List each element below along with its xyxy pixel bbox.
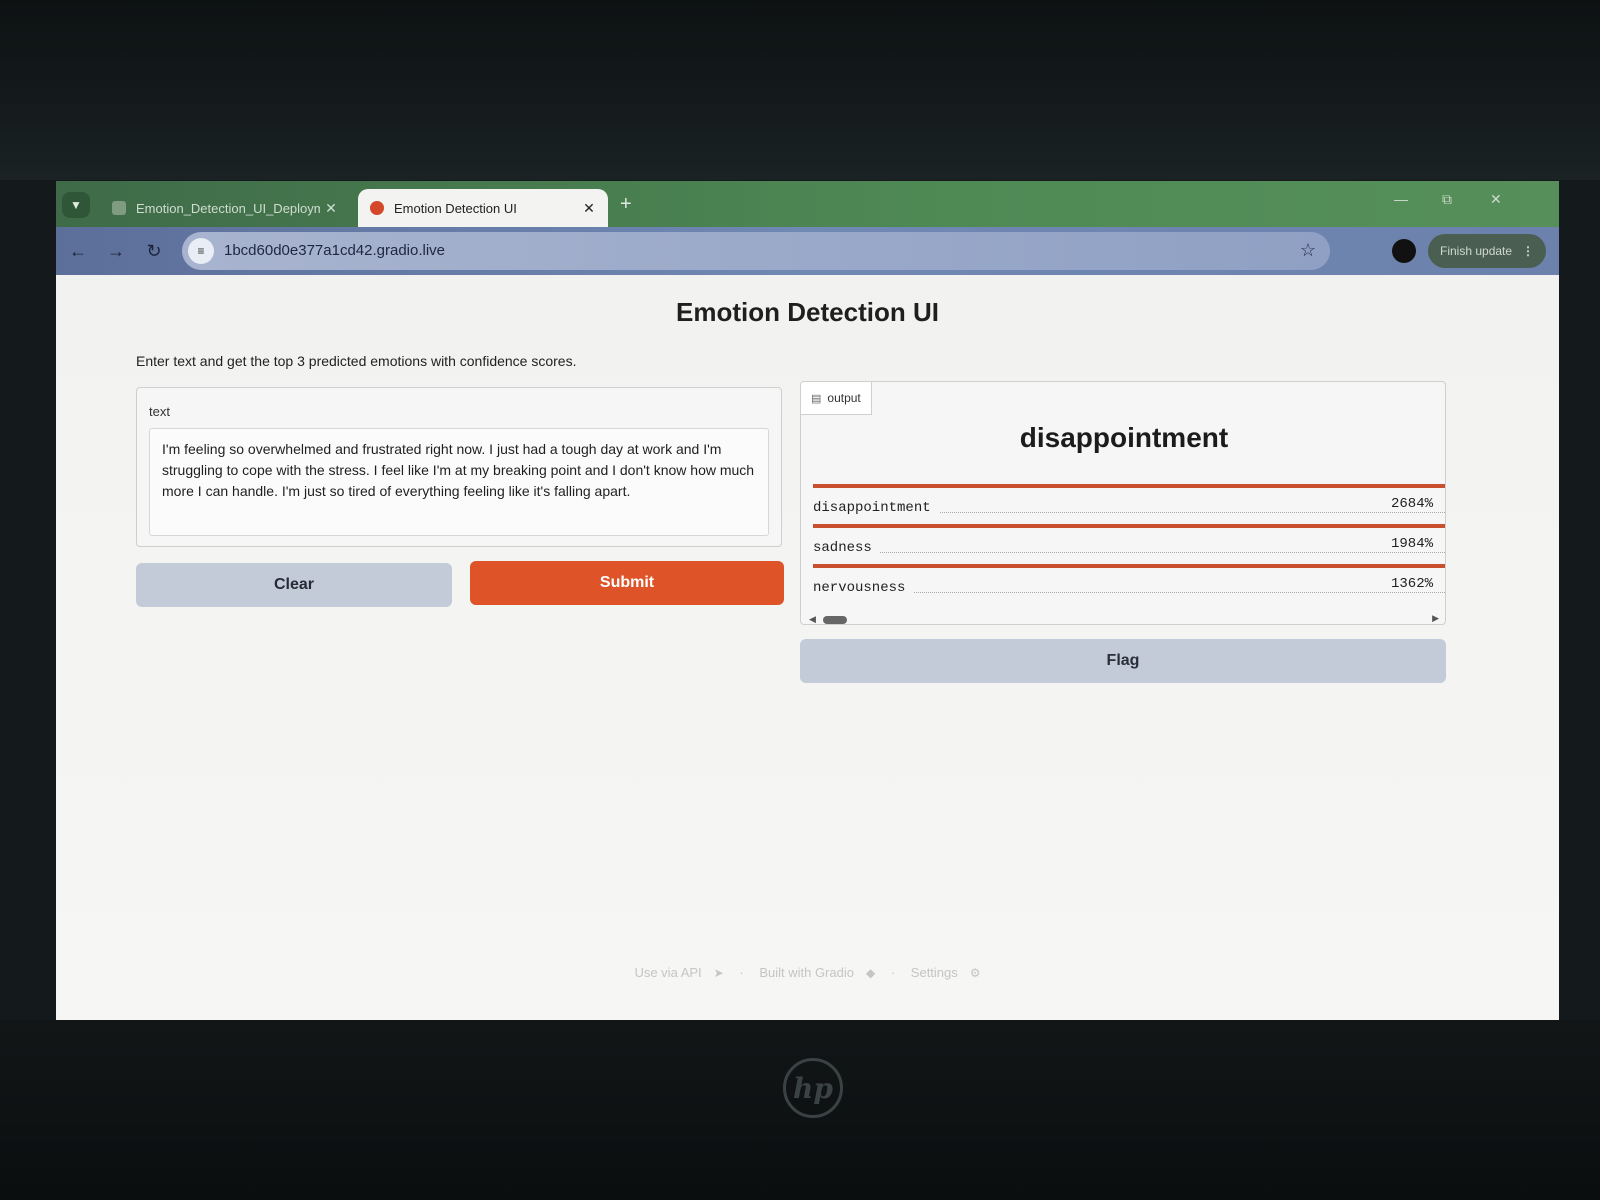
confidence-value: 2684% bbox=[1384, 496, 1433, 512]
finish-update-button[interactable]: Finish update ⋮ bbox=[1428, 234, 1546, 268]
output-label-block: ▤ output disappointment disappointment 2… bbox=[800, 381, 1446, 625]
output-tag: ▤ output bbox=[801, 382, 872, 415]
tab-search-dropdown-icon[interactable]: ▼ bbox=[62, 192, 90, 218]
confidence-bar bbox=[813, 484, 1445, 488]
use-via-api-link[interactable]: Use via API bbox=[634, 965, 701, 980]
top-prediction: disappointment bbox=[1019, 422, 1229, 453]
confidence-row[interactable]: disappointment 2684% bbox=[813, 484, 1445, 524]
scrollbar-thumb[interactable] bbox=[823, 616, 847, 624]
clear-button[interactable]: Clear bbox=[136, 563, 452, 607]
tab-emotion-detection-ui[interactable]: Emotion Detection UI ✕ bbox=[358, 189, 608, 227]
tab-emotion-detection-deploy[interactable]: Emotion_Detection_UI_Deploym ✕ bbox=[100, 189, 350, 227]
minimize-icon[interactable]: — bbox=[1394, 191, 1408, 207]
url-text: 1bcd60d0e377a1cd42.gradio.live bbox=[224, 242, 446, 259]
laptop-bezel-top bbox=[0, 0, 1600, 180]
text-input-block: text I'm feeling so overwhelmed and frus… bbox=[136, 387, 782, 547]
finish-update-label: Finish update bbox=[1440, 244, 1513, 258]
flag-button[interactable]: Flag bbox=[800, 639, 1446, 683]
confidence-bar bbox=[813, 524, 1445, 528]
rocket-icon: ➤ bbox=[713, 966, 724, 980]
bookmark-star-icon[interactable]: ☆ bbox=[1300, 240, 1316, 261]
dotted-leader bbox=[813, 552, 1445, 553]
tab-title: Emotion_Detection_UI_Deploym bbox=[136, 200, 320, 216]
page-title: Emotion Detection UI bbox=[676, 297, 939, 327]
horizontal-scrollbar[interactable]: ◀ ▶ bbox=[809, 613, 1439, 624]
close-icon[interactable]: ✕ bbox=[320, 200, 342, 217]
tab-title: Emotion Detection UI bbox=[394, 200, 517, 216]
confidence-label: disappointment bbox=[813, 500, 939, 516]
page-content: Emotion Detection UI Enter text and get … bbox=[56, 275, 1559, 1020]
new-tab-icon[interactable]: + bbox=[620, 193, 632, 216]
site-info-icon[interactable]: ≡ bbox=[188, 238, 214, 264]
tab-strip: ▼ Emotion_Detection_UI_Deploym ✕ Emotion… bbox=[56, 181, 1559, 227]
gradio-favicon-icon bbox=[370, 201, 384, 215]
confidence-value: 1362% bbox=[1384, 576, 1433, 592]
scroll-left-icon[interactable]: ◀ bbox=[809, 614, 816, 624]
confidence-value: 1984% bbox=[1384, 536, 1433, 552]
colab-favicon-icon bbox=[112, 201, 126, 215]
window-close-icon[interactable]: ✕ bbox=[1490, 191, 1502, 208]
confidence-bar bbox=[813, 564, 1445, 568]
scroll-right-icon[interactable]: ▶ bbox=[1432, 613, 1439, 624]
page-description: Enter text and get the top 3 predicted e… bbox=[136, 353, 577, 369]
footer-separator: · bbox=[739, 965, 744, 980]
footer-separator: · bbox=[890, 965, 896, 980]
text-input-field[interactable]: I'm feeling so overwhelmed and frustrate… bbox=[149, 428, 769, 536]
page-footer: Use via API ➤ · Built with Gradio ◆ · Sett… bbox=[56, 965, 1559, 980]
profile-avatar[interactable] bbox=[1392, 239, 1416, 263]
more-menu-icon[interactable]: ⋮ bbox=[1522, 244, 1534, 258]
address-bar[interactable]: ≡ 1bcd60d0e377a1cd42.gradio.live ☆ bbox=[182, 232, 1330, 270]
close-icon[interactable]: ✕ bbox=[578, 200, 600, 217]
submit-button[interactable]: Submit bbox=[470, 561, 784, 605]
built-with-gradio-link[interactable]: Built with Gradio bbox=[759, 965, 854, 980]
gradio-logo-icon: ◆ bbox=[865, 966, 876, 980]
output-label: output bbox=[827, 391, 861, 405]
settings-link[interactable]: Settings bbox=[911, 965, 958, 980]
back-arrow-icon[interactable]: ← bbox=[66, 239, 90, 263]
confidence-row[interactable]: nervousness 1362% bbox=[813, 564, 1445, 604]
confidence-label: sadness bbox=[813, 540, 880, 556]
hp-logo-icon: hp bbox=[783, 1058, 843, 1118]
gear-icon: ⚙ bbox=[969, 966, 981, 980]
confidence-label: nervousness bbox=[813, 580, 914, 596]
confidence-row[interactable]: sadness 1984% bbox=[813, 524, 1445, 564]
browser-window: ▼ Emotion_Detection_UI_Deploym ✕ Emotion… bbox=[56, 181, 1559, 1020]
restore-icon[interactable]: ⧉ bbox=[1442, 191, 1452, 208]
forward-arrow-icon[interactable]: → bbox=[104, 239, 128, 263]
text-input-label: text bbox=[149, 404, 170, 419]
browser-toolbar: ← → ↻ ≡ 1bcd60d0e377a1cd42.gradio.live ☆… bbox=[56, 227, 1559, 275]
label-icon: ▤ bbox=[811, 392, 822, 405]
reload-icon[interactable]: ↻ bbox=[142, 239, 166, 263]
